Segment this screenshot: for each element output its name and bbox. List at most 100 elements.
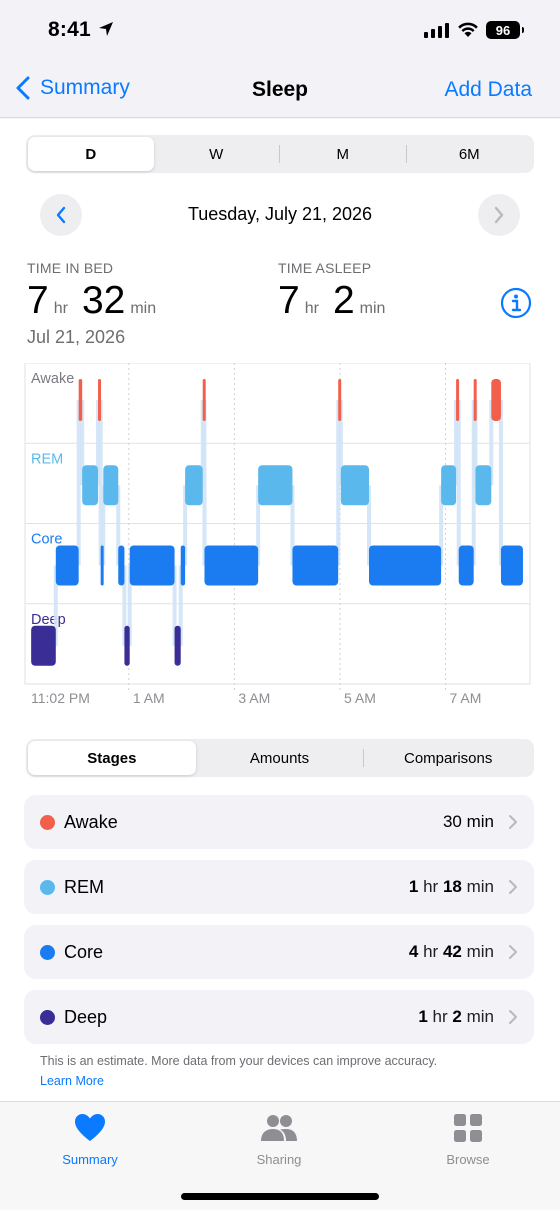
stage-transition	[76, 400, 81, 566]
stage-name: Awake	[64, 812, 118, 832]
view-tab-comparisons[interactable]: Comparisons	[364, 741, 532, 775]
stage-bar-awake	[473, 379, 477, 421]
stage-color-dot	[40, 815, 55, 830]
x-tick-label: 7 AM	[450, 690, 482, 703]
grid-icon	[454, 1114, 482, 1142]
tab-summary[interactable]: Summary	[30, 1112, 150, 1167]
stage-bar-core	[458, 545, 474, 586]
location-arrow-icon	[99, 22, 113, 36]
view-tab-stages[interactable]: Stages	[28, 741, 196, 775]
x-tick-label: 3 AM	[238, 690, 270, 703]
tab-sharing-label: Sharing	[256, 1152, 302, 1167]
stage-bar-core	[204, 545, 259, 586]
view-segmented-control: Stages Amounts Comparisons	[26, 739, 534, 777]
stage-list: Awake 30 min REM 1 hr 18 min Core 4 hr 42 min…	[24, 795, 534, 1055]
date-label: Tuesday, July 21, 2026	[187, 204, 373, 224]
stage-duration: 4 hr 42 min	[408, 942, 494, 961]
stage-bar-core	[118, 545, 125, 586]
period-segmented-control: D W M 6M	[26, 135, 534, 173]
stage-bar-core	[129, 545, 175, 586]
wifi-icon	[458, 22, 478, 37]
time-in-bed-minutes: 32	[81, 279, 126, 322]
x-tick-label: 5 AM	[344, 690, 376, 703]
stage-bar-awake	[78, 379, 83, 421]
view-tab-amounts[interactable]: Amounts	[196, 741, 364, 775]
stage-row-rem[interactable]: REM 1 hr 18 min	[24, 860, 534, 914]
time-in-bed-label: TIME IN BED	[27, 260, 114, 276]
chevron-right-icon	[509, 945, 517, 959]
stage-bar-core	[368, 545, 442, 586]
time-in-bed-hours-unit: hr	[53, 300, 68, 317]
stage-color-dot	[40, 945, 55, 960]
tab-sharing[interactable]: Sharing	[219, 1112, 339, 1167]
date-navigator: Tuesday, July 21, 2026	[0, 194, 560, 236]
stage-bar-awake	[491, 379, 501, 421]
home-indicator	[181, 1193, 379, 1200]
time-asleep-minutes-unit: min	[359, 300, 386, 317]
cellular-signal-icon	[424, 23, 449, 38]
battery-icon: 96	[486, 21, 524, 39]
time-asleep-label: TIME ASLEEP	[278, 260, 372, 276]
estimate-note: This is an estimate. More data from your…	[40, 1054, 438, 1068]
footnote: This is an estimate. More data from your…	[40, 1051, 500, 1091]
time-asleep-hours-unit: hr	[304, 300, 319, 317]
period-tab-week[interactable]: W	[154, 137, 280, 171]
x-tick-label: 1 AM	[133, 690, 165, 703]
tab-browse-label: Browse	[446, 1152, 490, 1167]
stage-bar-awake	[338, 379, 342, 421]
stage-label-awake: Awake	[31, 371, 74, 387]
stage-duration: 1 hr 2 min	[418, 1007, 494, 1026]
time-asleep-value: 7 hr 2 min	[278, 279, 399, 323]
stage-transition	[202, 400, 207, 566]
stage-row-awake[interactable]: Awake 30 min	[24, 795, 534, 849]
stage-label-core: Core	[31, 532, 62, 548]
period-tab-6month[interactable]: 6M	[407, 137, 533, 171]
stage-bar-core	[55, 545, 79, 586]
stage-bar-rem	[340, 465, 369, 506]
stage-duration: 30 min	[442, 812, 494, 831]
stage-name: Core	[64, 942, 104, 962]
stage-label-deep: Deep	[31, 612, 66, 628]
stage-color-dot	[40, 1010, 55, 1025]
heart-icon	[75, 1114, 105, 1141]
time-asleep-hours: 7	[278, 279, 300, 322]
stage-bar-core	[180, 545, 186, 586]
status-time: 8:41	[48, 18, 91, 41]
tab-bar: Summary Sharing Browse	[0, 1101, 560, 1210]
tab-summary-label: Summary	[62, 1152, 118, 1167]
main-content: D W M 6M Tuesday, July 21, 2026 TIME IN …	[0, 119, 560, 1101]
stage-row-deep[interactable]: Deep 1 hr 2 min	[24, 990, 534, 1044]
stage-bar-rem	[185, 465, 203, 506]
tab-browse[interactable]: Browse	[408, 1112, 528, 1167]
stage-color-dot	[40, 880, 55, 895]
stage-bar-core	[500, 545, 523, 586]
period-tab-month[interactable]: M	[280, 137, 406, 171]
learn-more-link[interactable]: Learn More	[40, 1071, 500, 1091]
stage-label-rem: REM	[31, 451, 63, 467]
stage-duration: 1 hr 18 min	[408, 877, 494, 896]
stage-bar-core	[292, 545, 339, 586]
time-in-bed-hours: 7	[27, 279, 49, 322]
people-icon	[261, 1115, 297, 1141]
stage-row-core[interactable]: Core 4 hr 42 min	[24, 925, 534, 979]
stage-bar-deep	[124, 625, 130, 666]
stage-bar-rem	[441, 465, 457, 506]
add-data-button[interactable]: Add Data	[444, 78, 532, 102]
sleep-stages-chart: 11:02 PM 1 AM 3 AM 5 AM 7 AM Awake REM Core Deep	[24, 363, 531, 703]
stage-bar-awake	[202, 379, 206, 421]
period-tab-day[interactable]: D	[28, 137, 154, 171]
stage-name: Deep	[64, 1007, 108, 1027]
chevron-right-icon	[509, 1010, 517, 1024]
navigation-bar: Summary Sleep Add Data	[0, 62, 560, 118]
chevron-right-icon	[494, 206, 504, 224]
chevron-right-icon	[509, 815, 517, 829]
time-asleep-minutes: 2	[332, 279, 355, 322]
stage-bar-deep	[174, 625, 181, 666]
chevron-right-icon	[509, 880, 517, 894]
stage-bar-awake	[456, 379, 460, 421]
next-day-button[interactable]	[478, 194, 520, 236]
stage-transition	[456, 400, 461, 566]
stage-name: REM	[64, 877, 104, 897]
stage-bar-core	[100, 545, 104, 586]
info-icon[interactable]	[500, 287, 532, 319]
